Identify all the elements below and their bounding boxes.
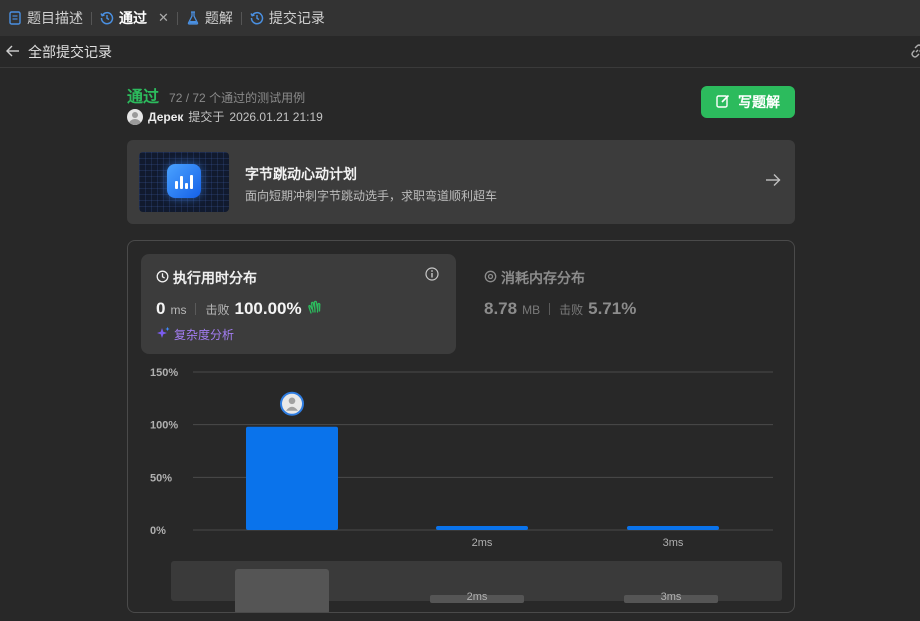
runtime-distribution-chart[interactable]: 150% 100% 50% 0% 2ms 3ms 2ms 3ms <box>128 241 794 612</box>
tab-divider <box>176 11 178 25</box>
tests-count: 72 / 72 <box>169 91 206 105</box>
tab-divider <box>91 11 92 25</box>
back-label: 全部提交记录 <box>28 43 112 60</box>
write-solution-label: 写题解 <box>738 94 780 110</box>
tab-submissions[interactable]: 提交记录 <box>250 0 325 36</box>
x-tick-label: 3ms <box>663 537 684 549</box>
bytedance-logo-icon <box>167 164 201 198</box>
banner-title: 字节跳动心动计划 <box>245 166 357 182</box>
user-name[interactable]: Дерек <box>148 110 183 124</box>
link-icon[interactable] <box>910 44 920 61</box>
history-icon <box>250 11 264 25</box>
sub-header: 全部提交记录 <box>0 36 920 68</box>
arrow-right-icon[interactable] <box>765 173 781 192</box>
tests-passed: 72 / 72 个通过的测试用例 <box>169 89 305 106</box>
close-icon[interactable]: ✕ <box>158 10 169 26</box>
submitted-prefix: 提交于 <box>188 110 225 124</box>
status-text: 通过 <box>127 89 160 106</box>
document-icon <box>8 11 22 25</box>
submission-status: 通过 72 / 72 个通过的测试用例 <box>127 83 305 107</box>
submitter-info: Дерек 提交于 2026.01.21 21:19 <box>127 108 323 125</box>
y-tick-label: 0% <box>150 525 166 537</box>
banner-subtitle: 面向短期冲刺字节跳动选手，求职弯道顺利超车 <box>245 189 498 203</box>
overview-label: 3ms <box>661 591 682 603</box>
write-solution-button[interactable]: 写题解 <box>701 86 795 118</box>
distribution-panel: 执行用时分布 0 ms 击败 100.00% 复杂度分析 消耗内存分布 8.78… <box>127 240 795 613</box>
tab-label: 题目描述 <box>27 10 83 26</box>
chart-bar <box>627 526 719 530</box>
avatar-head-shape <box>288 397 296 405</box>
tests-label: 个通过的测试用例 <box>209 91 306 105</box>
x-tick-label: 2ms <box>472 537 493 549</box>
tab-accepted[interactable]: 通过 ✕ <box>100 0 169 36</box>
chart-bar <box>246 426 338 530</box>
tab-description[interactable]: 题目描述 <box>8 0 83 36</box>
promo-banner[interactable]: 字节跳动心动计划 面向短期冲刺字节跳动选手，求职弯道顺利超车 <box>127 140 795 224</box>
avatar[interactable] <box>127 108 143 125</box>
tab-label: 通过 <box>119 10 147 26</box>
tab-label: 提交记录 <box>268 10 325 26</box>
banner-image <box>139 152 229 212</box>
tab-solutions[interactable]: 题解 <box>186 0 233 36</box>
y-tick-label: 150% <box>150 367 178 379</box>
edit-icon <box>716 94 730 111</box>
back-to-all-submissions[interactable]: 全部提交记录 <box>0 42 112 62</box>
history-icon <box>100 11 114 25</box>
tab-label: 题解 <box>204 10 233 26</box>
y-tick-label: 50% <box>150 472 172 484</box>
range-selector-handle <box>235 569 329 612</box>
flask-icon <box>186 11 200 25</box>
tab-divider <box>240 11 242 25</box>
y-tick-label: 100% <box>150 420 178 432</box>
overview-label: 2ms <box>467 591 488 603</box>
chart-bar <box>436 526 528 530</box>
tab-bar: 题目描述 通过 ✕ 题解 提交记录 <box>0 0 920 36</box>
submission-timestamp: 2026.01.21 21:19 <box>229 109 323 124</box>
arrow-left-icon <box>6 44 20 60</box>
